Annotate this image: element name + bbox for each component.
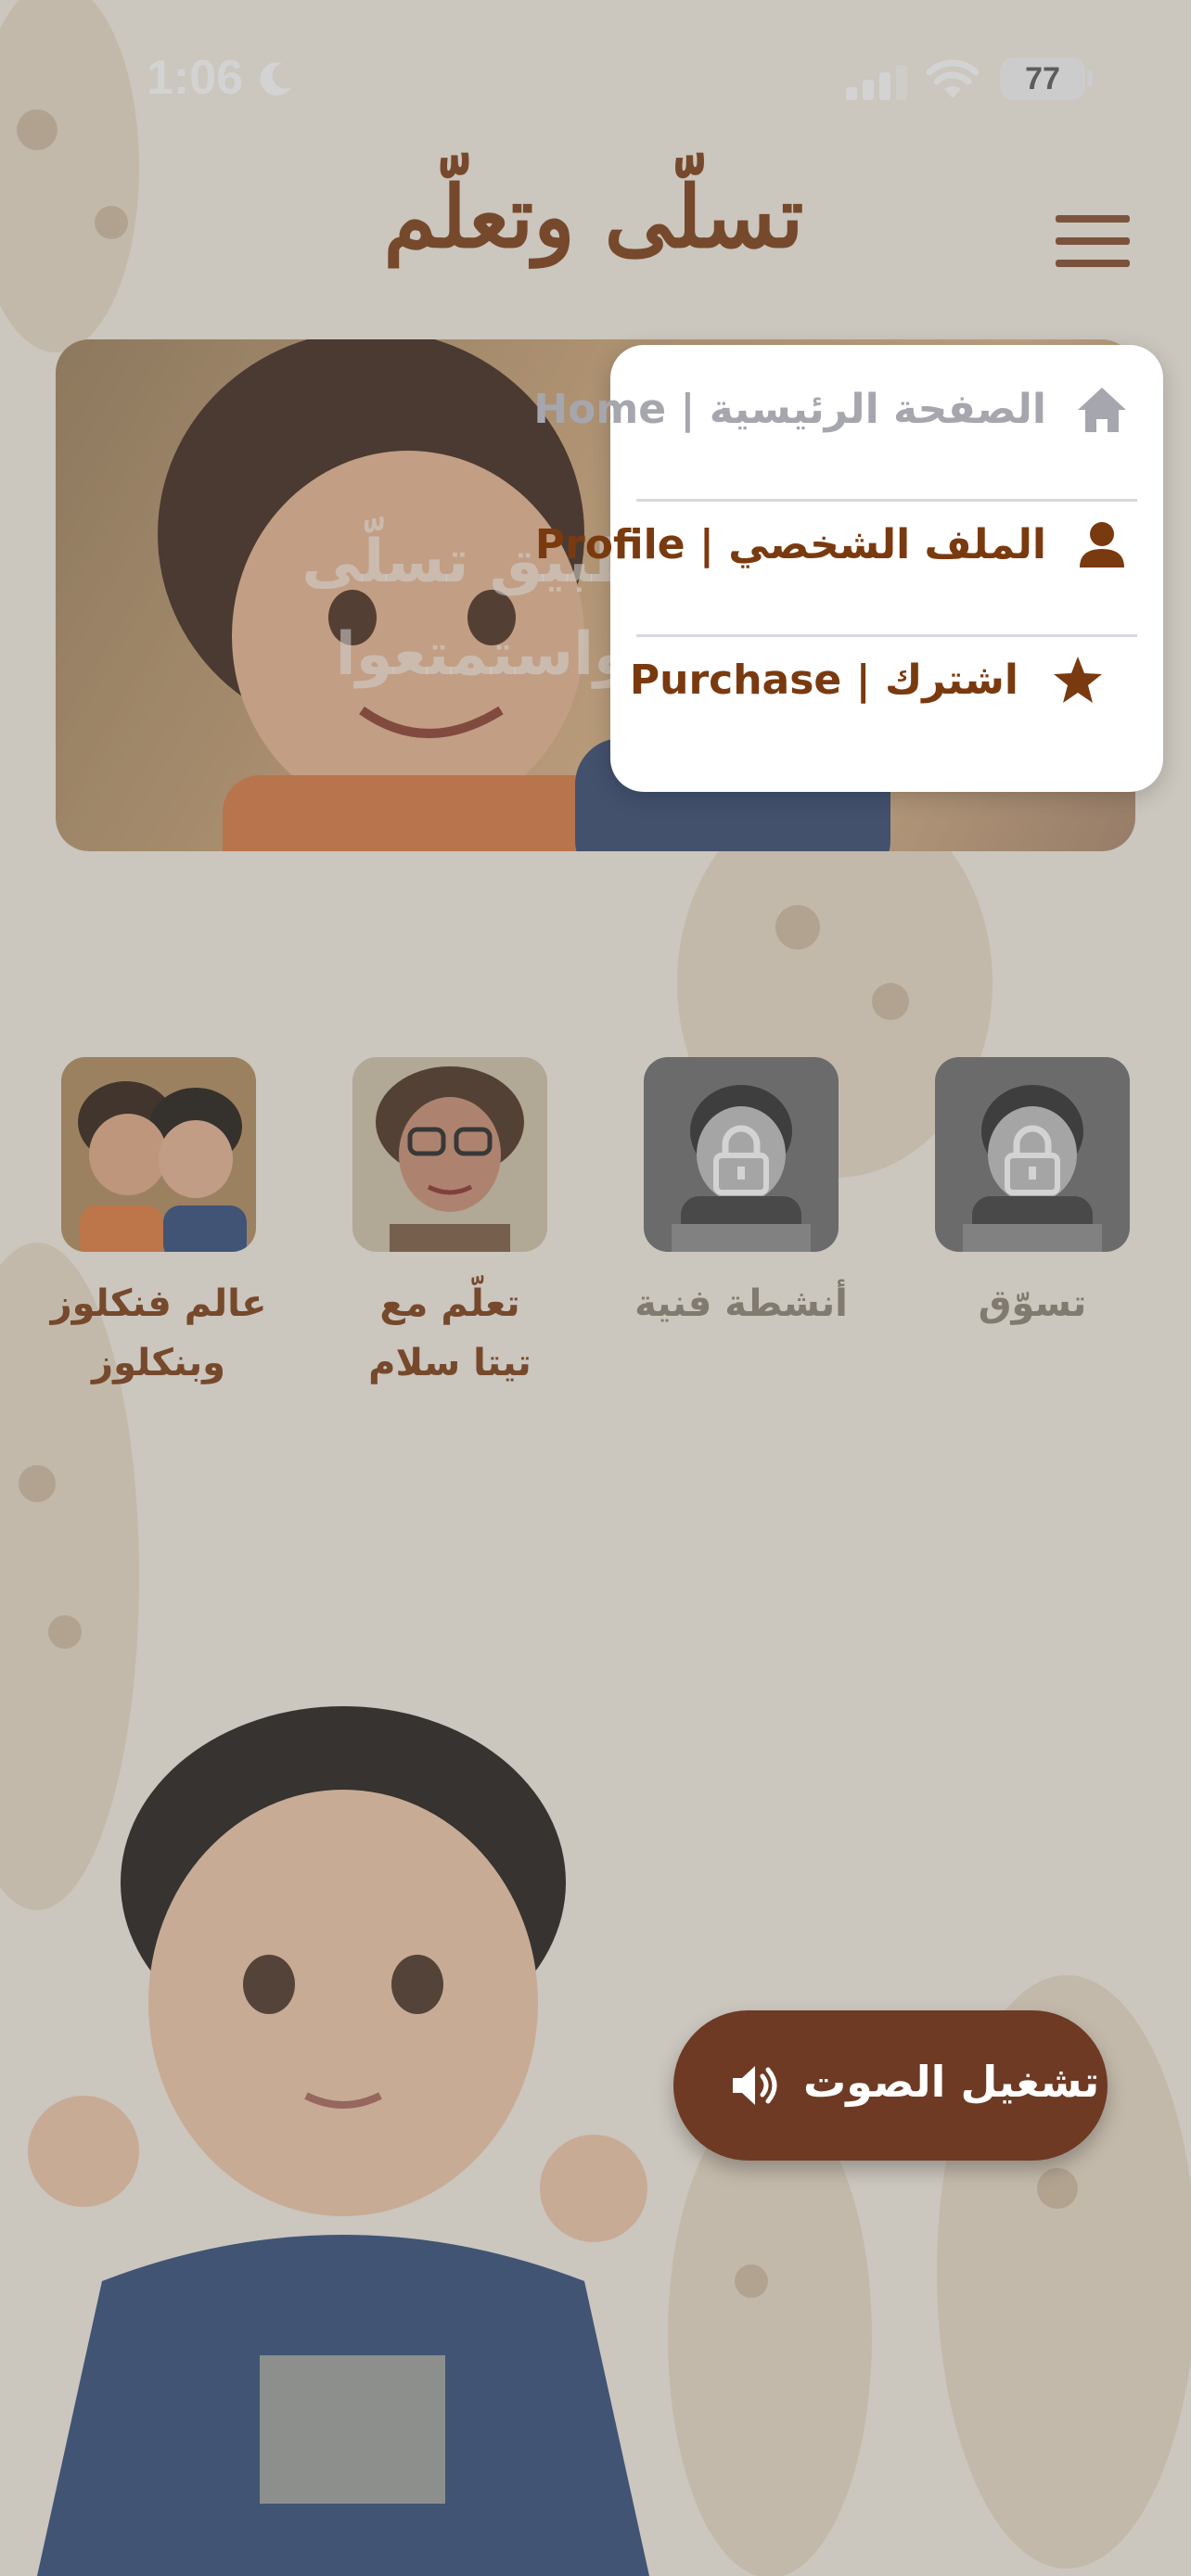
menu-item-home[interactable]: Home | الصفحة الرئيسية xyxy=(533,345,1137,478)
dropdown-menu: Home | الصفحة الرئيسية Profile | الملف ا… xyxy=(533,345,1163,792)
menu-item-label: Purchase | اشترك xyxy=(629,657,1018,704)
menu-item-profile[interactable]: Profile | الملف الشخصي xyxy=(535,480,1137,614)
hamburger-menu-button[interactable] xyxy=(1056,215,1130,267)
play-sound-label: تشغيل الصوت xyxy=(803,2057,1100,2107)
play-sound-button[interactable]: تشغيل الصوت xyxy=(673,2010,1108,2161)
menu-item-purchase[interactable]: Purchase | اشترك xyxy=(630,616,1137,749)
menu-item-label: Home | الصفحة الرئيسية xyxy=(533,386,1046,433)
menu-item-label: Profile | الملف الشخصي xyxy=(534,521,1046,568)
home-icon xyxy=(1078,388,1126,432)
person-icon xyxy=(1080,522,1124,567)
speaker-icon xyxy=(733,2066,777,2105)
star-icon xyxy=(1054,657,1102,703)
